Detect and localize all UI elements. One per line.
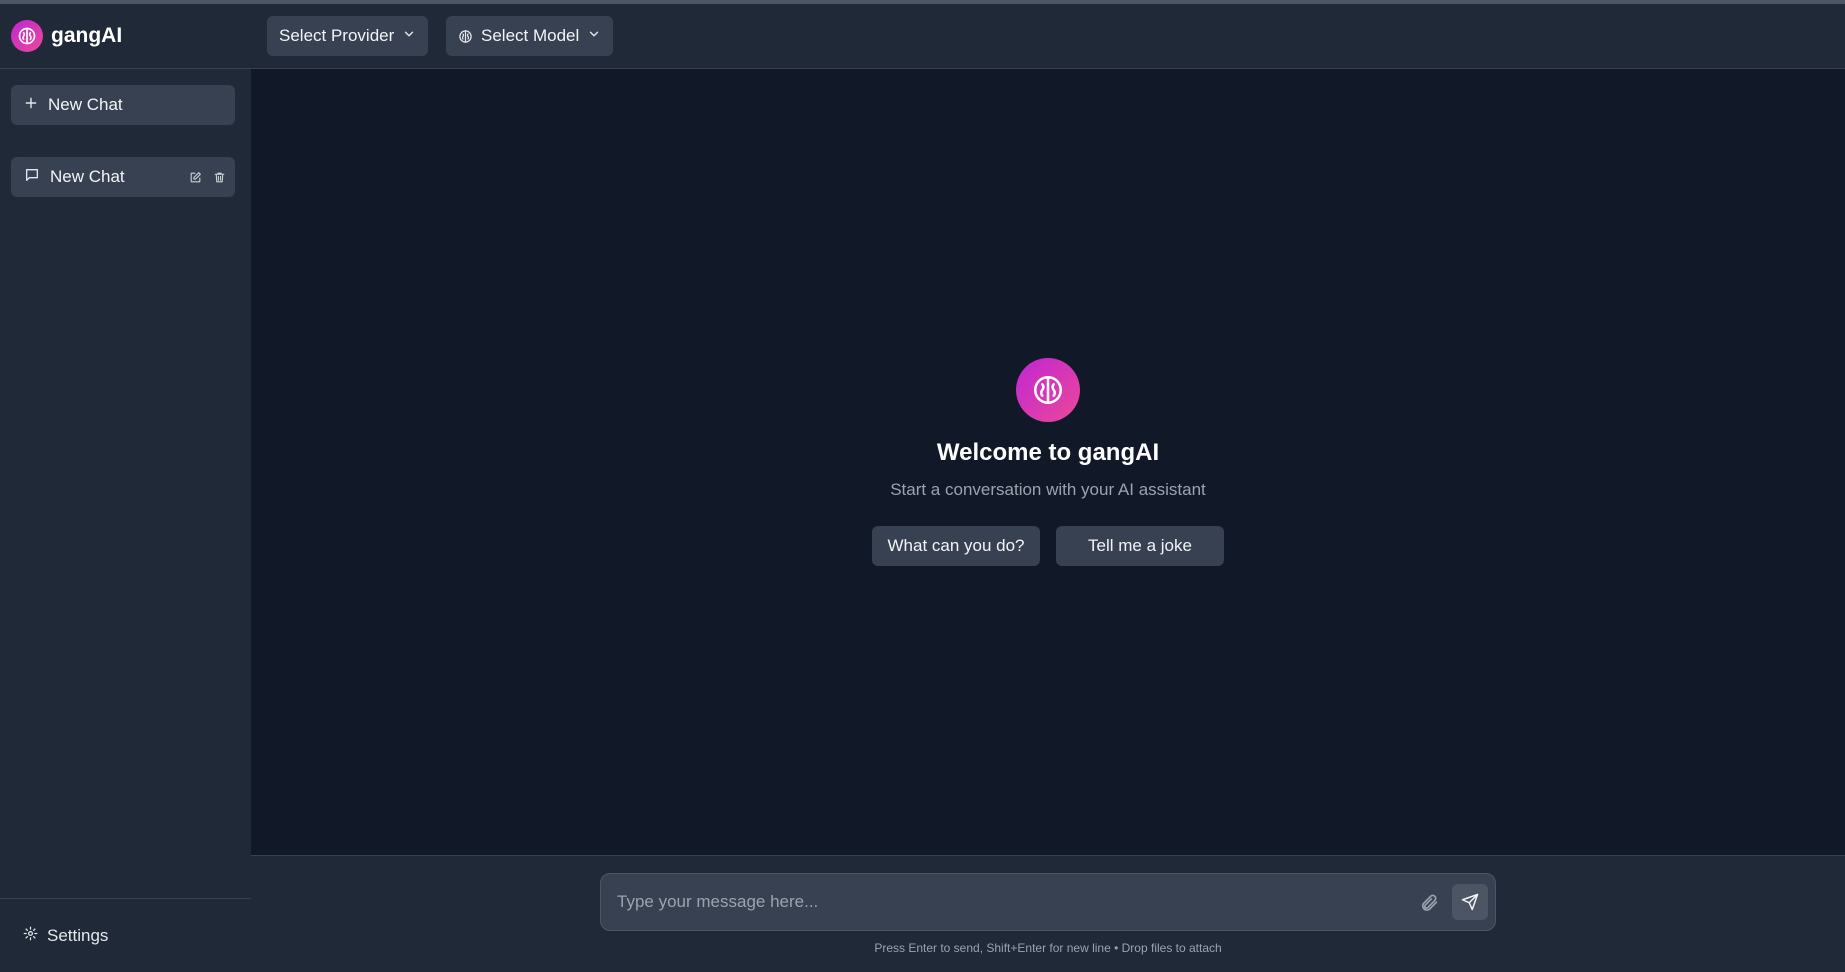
brain-logo-icon bbox=[1016, 358, 1080, 422]
suggestion-button[interactable]: What can you do? bbox=[872, 526, 1040, 566]
provider-select-label: Select Provider bbox=[279, 26, 395, 45]
new-chat-label: New Chat bbox=[48, 95, 123, 114]
model-select[interactable]: Select Model bbox=[446, 16, 614, 56]
chat-list-item[interactable]: New Chat bbox=[11, 157, 235, 197]
message-composer bbox=[600, 873, 1496, 931]
welcome-subtitle: Start a conversation with your AI assist… bbox=[890, 480, 1206, 499]
brand: gangAI bbox=[11, 20, 122, 52]
welcome-title: Welcome to gangAI bbox=[936, 439, 1160, 466]
divider bbox=[0, 68, 251, 69]
divider bbox=[0, 898, 251, 899]
provider-select[interactable]: Select Provider bbox=[267, 16, 429, 56]
composer-area: Press Enter to send, Shift+Enter for new… bbox=[251, 855, 1845, 972]
send-button[interactable] bbox=[1452, 884, 1488, 920]
plus-icon bbox=[24, 96, 38, 115]
settings-button[interactable]: Settings bbox=[23, 926, 108, 946]
sidebar: gangAI New Chat New Chat Settings bbox=[0, 4, 251, 972]
brain-icon bbox=[458, 29, 473, 44]
chevron-down-icon bbox=[587, 26, 601, 46]
top-bar: Select Provider Select Model bbox=[251, 4, 1845, 69]
trash-icon[interactable] bbox=[211, 169, 227, 185]
message-square-icon bbox=[24, 167, 40, 188]
chevron-down-icon bbox=[402, 26, 416, 46]
new-chat-button[interactable]: New Chat bbox=[11, 85, 235, 125]
gear-icon bbox=[23, 926, 38, 946]
app-name: gangAI bbox=[51, 24, 123, 47]
model-select-label: Select Model bbox=[481, 26, 580, 45]
chat-area: Welcome to gangAI Start a conversation w… bbox=[251, 69, 1845, 855]
composer-hint: Press Enter to send, Shift+Enter for new… bbox=[874, 941, 1222, 955]
brain-logo-icon bbox=[11, 20, 43, 52]
paperclip-icon[interactable] bbox=[1417, 891, 1441, 915]
message-input[interactable] bbox=[617, 874, 1397, 930]
settings-label: Settings bbox=[47, 926, 109, 945]
chat-title: New Chat bbox=[50, 167, 125, 186]
suggestion-button[interactable]: Tell me a joke bbox=[1056, 526, 1224, 566]
send-icon bbox=[1461, 893, 1479, 911]
edit-icon[interactable] bbox=[187, 169, 203, 185]
